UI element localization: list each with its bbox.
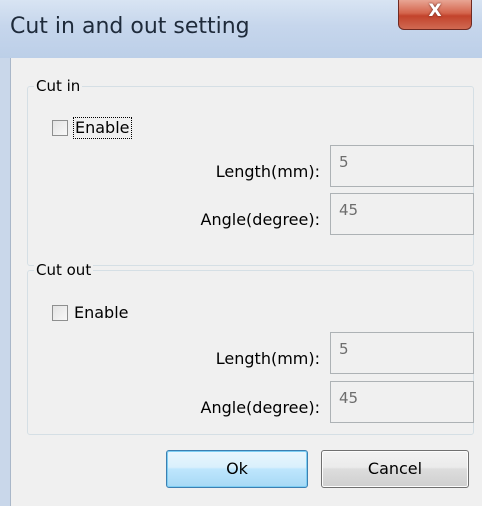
cut-in-group-label: Cut in [34, 76, 83, 96]
cut-out-angle-field[interactable]: 45 [330, 381, 474, 423]
close-icon: X [428, 1, 442, 21]
cut-in-enable-checkbox[interactable] [52, 120, 68, 136]
cut-out-enable-checkbox-row[interactable]: Enable [52, 302, 129, 324]
cut-out-length-field[interactable]: 5 [330, 332, 474, 374]
cut-in-length-label: Length(mm): [215, 162, 320, 181]
ok-button[interactable]: Ok [166, 450, 308, 488]
cut-in-enable-label[interactable]: Enable [73, 117, 132, 139]
cut-out-group: Cut out Enable Length(mm): 5 Angle(degre… [27, 260, 474, 435]
cut-in-group: Cut in Enable Length(mm): 5 Angle(degree… [27, 76, 474, 266]
cut-in-enable-checkbox-row[interactable]: Enable [52, 117, 132, 139]
cut-out-length-label: Length(mm): [215, 349, 320, 368]
cut-in-length-field[interactable]: 5 [330, 145, 474, 187]
window-title: Cut in and out setting [10, 14, 250, 39]
cut-out-angle-label: Angle(degree): [200, 398, 320, 417]
cancel-button[interactable]: Cancel [321, 450, 469, 488]
cut-out-group-label: Cut out [34, 260, 94, 280]
cut-out-enable-label[interactable]: Enable [74, 303, 129, 323]
cut-in-angle-field[interactable]: 45 [330, 193, 474, 235]
dialog-window: Cut in and out setting X Cut in Enable L… [0, 0, 482, 506]
close-button[interactable]: X [398, 0, 472, 30]
cut-in-angle-label: Angle(degree): [200, 210, 320, 229]
title-bar[interactable]: Cut in and out setting X [0, 0, 482, 58]
dialog-client-area: Cut in Enable Length(mm): 5 Angle(degree… [10, 58, 482, 506]
cut-out-enable-checkbox[interactable] [52, 305, 68, 321]
